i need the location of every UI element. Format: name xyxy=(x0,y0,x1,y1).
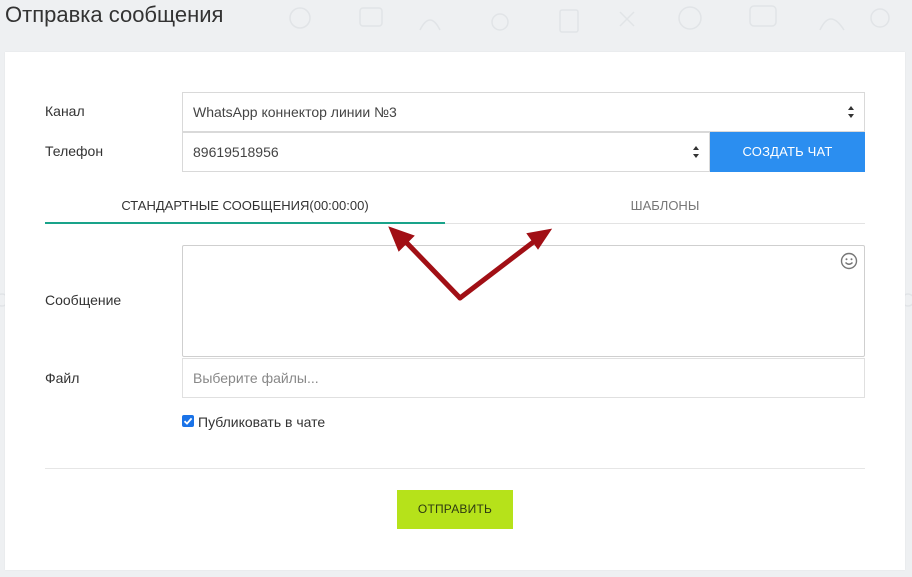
channel-label: Канал xyxy=(45,103,85,119)
send-message-form: Канал WhatsApp коннектор линии №3 Телефо… xyxy=(5,52,905,570)
select-spinner-icon xyxy=(693,146,699,158)
channel-select-value: WhatsApp коннектор линии №3 xyxy=(193,104,397,120)
checkbox-checked[interactable] xyxy=(182,415,194,427)
page-title: Отправка сообщения xyxy=(5,2,224,27)
phone-label: Телефон xyxy=(45,143,104,159)
publish-in-chat-label: Публиковать в чате xyxy=(198,414,326,430)
select-spinner-icon xyxy=(848,106,854,118)
tab-standard-messages[interactable]: СТАНДАРТНЫЕ СООБЩЕНИЯ(00:00:00) xyxy=(45,188,445,224)
send-button[interactable]: ОТПРАВИТЬ xyxy=(397,490,513,529)
create-chat-button[interactable]: СОЗДАТЬ ЧАТ xyxy=(710,132,865,172)
smiley-icon[interactable] xyxy=(840,252,858,270)
message-textarea[interactable] xyxy=(182,245,865,357)
phone-select[interactable]: 89619518956 xyxy=(182,132,710,172)
phone-select-value: 89619518956 xyxy=(193,144,279,160)
checkmark-icon xyxy=(183,417,193,425)
message-label: Сообщение xyxy=(45,292,122,308)
channel-select[interactable]: WhatsApp коннектор линии №3 xyxy=(182,92,865,132)
tab-templates[interactable]: ШАБЛОНЫ xyxy=(465,188,865,224)
active-tab-indicator xyxy=(45,222,445,224)
file-label: Файл xyxy=(45,370,80,386)
file-input[interactable]: Выберите файлы... xyxy=(182,358,865,398)
form-divider xyxy=(45,468,865,469)
